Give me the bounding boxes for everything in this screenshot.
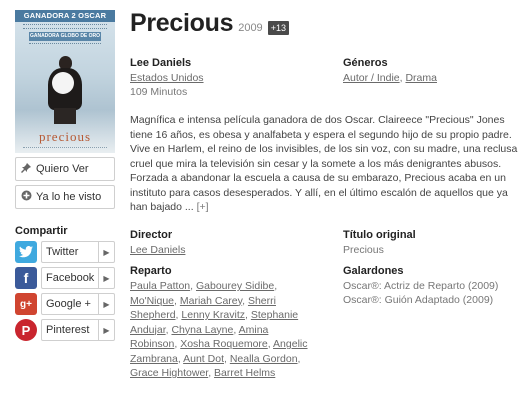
plus-circle-icon — [16, 190, 36, 204]
cast-member-link[interactable]: Mariah Carey — [180, 295, 242, 307]
share-pinterest[interactable]: P Pinterest ▶ — [15, 319, 115, 341]
original-title: Precious — [343, 244, 384, 256]
poster-fineprint — [23, 24, 107, 29]
cast-list: Paula Patton, Gabourey Sidibe, Mo'Nique,… — [130, 280, 308, 379]
seen-button[interactable]: Ya lo he visto — [15, 185, 115, 209]
twitter-icon — [15, 241, 37, 263]
cast-member-link[interactable]: Mo'Nique — [130, 295, 174, 307]
poster-credits — [23, 147, 107, 150]
share-googleplus-label: Google + — [41, 293, 99, 315]
cast-heading: Reparto — [130, 265, 172, 277]
movie-year: 2009 — [238, 22, 263, 34]
poster-figure-scarf — [52, 72, 74, 94]
cast-member-link[interactable]: Gabourey Sidibe — [196, 280, 274, 292]
genre-link[interactable]: Drama — [405, 72, 437, 84]
wishlist-label: Quiero Ver — [36, 163, 89, 175]
director-name-heading: Lee Daniels — [130, 57, 192, 69]
poster-banner-text: GANADORA 2 OSCAR — [23, 11, 107, 20]
poster-banner: GANADORA 2 OSCAR — [15, 10, 115, 22]
cast-member-link[interactable]: Chyna Layne — [171, 324, 233, 336]
pinterest-icon: P — [15, 319, 37, 341]
cast-member-link[interactable]: Xosha Roquemore — [180, 338, 268, 350]
cast-member-link[interactable]: Paula Patton — [130, 280, 190, 292]
wishlist-button[interactable]: Quiero Ver — [15, 157, 115, 181]
cast-member-link[interactable]: Aunt Dot — [183, 353, 224, 365]
share-twitter-label: Twitter — [41, 241, 99, 263]
read-more-link[interactable]: [+] — [197, 201, 209, 213]
share-pinterest-label: Pinterest — [41, 319, 99, 341]
share-facebook[interactable]: f Facebook ▶ — [15, 267, 115, 289]
pin-icon — [16, 162, 36, 176]
share-heading: Compartir — [15, 225, 68, 237]
chevron-right-icon[interactable]: ▶ — [99, 267, 115, 289]
share-facebook-label: Facebook — [41, 267, 99, 289]
genres-heading: Géneros — [343, 57, 388, 69]
synopsis-text: Magnífica e intensa película ganadora de… — [130, 114, 518, 213]
poster-secondary-banner: GANADORA GLOBO DE ORO — [29, 32, 101, 41]
chevron-right-icon[interactable]: ▶ — [99, 319, 115, 341]
seen-label: Ya lo he visto — [36, 191, 102, 203]
google-plus-icon: g+ — [15, 293, 37, 315]
director-heading: Director — [130, 229, 173, 241]
cast-member-link[interactable]: Barret Helms — [214, 367, 275, 379]
synopsis: Magnífica e intensa película ganadora de… — [130, 113, 518, 215]
awards-heading: Galardones — [343, 265, 404, 277]
age-rating-badge: +13 — [267, 21, 289, 35]
movie-poster[interactable]: GANADORA 2 OSCAR GANADORA GLOBO DE ORO p… — [15, 10, 115, 153]
share-twitter[interactable]: Twitter ▶ — [15, 241, 115, 263]
cast-member-link[interactable]: Grace Hightower — [130, 367, 208, 379]
facebook-icon: f — [15, 267, 37, 289]
poster-figure-legs — [54, 108, 76, 124]
chevron-right-icon[interactable]: ▶ — [99, 293, 115, 315]
poster-title: precious — [38, 129, 92, 144]
movie-title: Precious — [130, 9, 234, 37]
cast-member-link[interactable]: Nealla Gordon — [230, 353, 298, 365]
country-link[interactable]: Estados Unidos — [130, 71, 204, 85]
original-title-heading: Título original — [343, 229, 416, 241]
share-googleplus[interactable]: g+ Google + ▶ — [15, 293, 115, 315]
poster-fineprint-2 — [29, 43, 101, 47]
award-item: Oscar®: Guión Adaptado (2009) — [343, 294, 494, 306]
poster-secondary-banner-text: GANADORA GLOBO DE ORO — [29, 33, 101, 39]
cast-member-link[interactable]: Lenny Kravitz — [181, 309, 245, 321]
duration: 109 Minutos — [130, 86, 188, 98]
title-row: Precious 2009 +13 — [130, 9, 289, 38]
genre-link[interactable]: Autor / Indie — [343, 72, 400, 84]
director-link[interactable]: Lee Daniels — [130, 243, 185, 257]
genres-list: Autor / Indie, Drama — [343, 71, 437, 85]
chevron-right-icon[interactable]: ▶ — [99, 241, 115, 263]
award-item: Oscar®: Actriz de Reparto (2009) — [343, 280, 499, 292]
